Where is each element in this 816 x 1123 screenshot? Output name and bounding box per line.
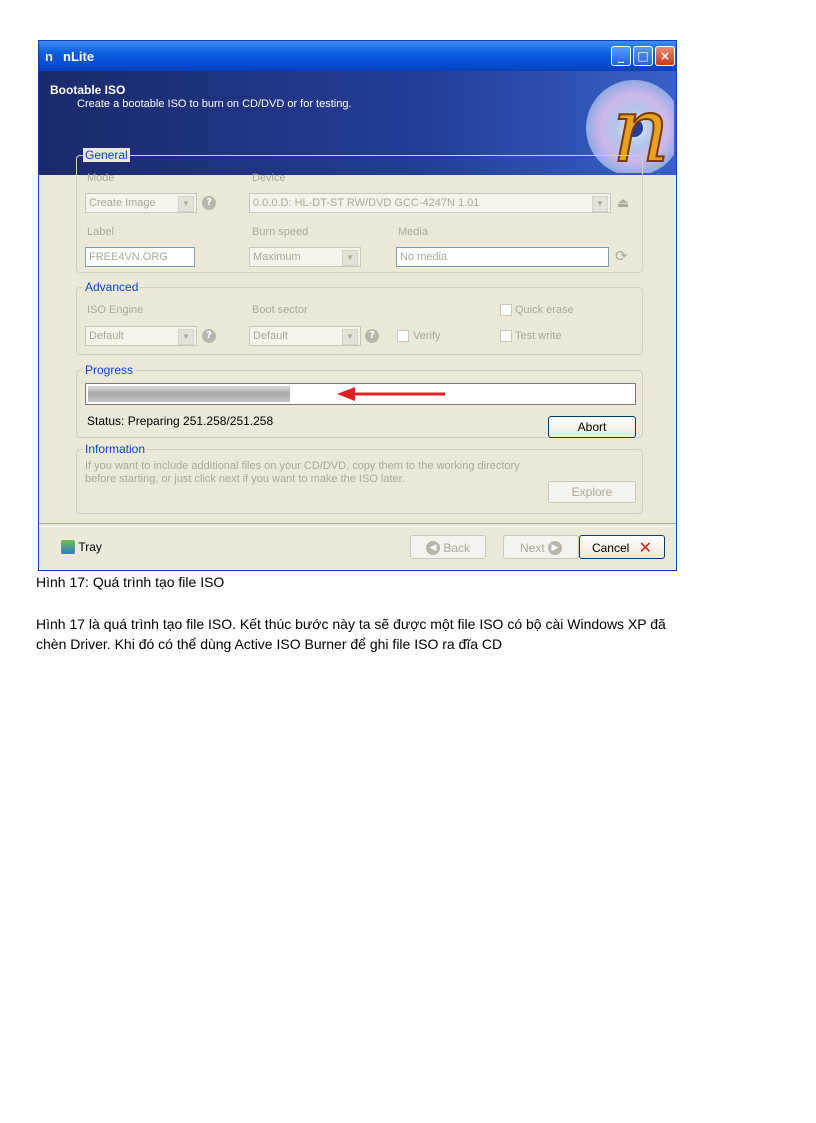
progress-group: Progress Status: Preparing 251.258/251.2… <box>76 363 643 438</box>
chevron-down-icon: ▼ <box>342 329 358 345</box>
cancel-x-icon: ✕ <box>638 538 653 558</box>
iso-engine-select[interactable]: Default ▼ <box>85 326 197 346</box>
next-label: Next <box>519 540 545 555</box>
paragraph-line-2: chèn Driver. Khi đó có thể dùng Active I… <box>36 636 503 652</box>
information-group: Information If you want to include addit… <box>76 442 643 514</box>
chevron-down-icon: ▼ <box>342 250 358 266</box>
mode-value: Create Image <box>89 197 156 209</box>
label-input[interactable]: FREE4VN.ORG <box>85 247 195 267</box>
progress-legend: Progress <box>83 363 136 377</box>
advanced-group: Advanced ISO Engine Default ▼ ? Boot sec… <box>76 280 643 355</box>
page-title: Bootable ISO <box>50 83 126 97</box>
tray-icon <box>61 539 75 554</box>
boot-sector-select[interactable]: Default ▼ <box>249 326 361 346</box>
back-label: Back <box>443 540 471 555</box>
next-button[interactable]: Next ▶ <box>503 535 579 559</box>
window-title: nLite <box>63 49 95 64</box>
footer-divider <box>39 523 676 527</box>
label-label: Label <box>87 226 114 238</box>
figure-caption: Hình 17: Quá trình tạo file ISO <box>36 574 225 590</box>
device-value: 0.0.0.D: HL-DT-ST RW/DVD GCC-4247N 1.01 <box>253 197 480 209</box>
body-paragraph: Hình 17 là quá trình tạo file ISO. Kết t… <box>36 614 776 654</box>
burn-speed-value: Maximum <box>253 251 301 263</box>
tray-label: Tray <box>78 539 102 554</box>
information-legend: Information <box>83 442 148 456</box>
general-legend: General <box>83 148 130 162</box>
cancel-button[interactable]: Cancel ✕ <box>579 535 665 559</box>
iso-engine-value: Default <box>89 330 124 342</box>
paragraph-line-1: Hình 17 là quá trình tạo file ISO. Kết t… <box>36 616 666 632</box>
chevron-down-icon: ▼ <box>178 329 194 345</box>
information-text-line1: If you want to include additional files … <box>85 460 520 472</box>
quick-erase-checkbox[interactable] <box>500 304 512 316</box>
chevron-down-icon: ▼ <box>592 196 608 212</box>
mode-select[interactable]: Create Image ▼ <box>85 193 197 213</box>
general-group: General Mode Create Image ▼ ? Device 0.0… <box>76 148 643 273</box>
quick-erase-label: Quick erase <box>515 304 574 316</box>
media-value: No media <box>400 251 448 263</box>
page-subtitle: Create a bootable ISO to burn on CD/DVD … <box>77 98 352 110</box>
test-write-label: Test write <box>515 330 562 342</box>
back-arrow-icon: ◀ <box>425 540 440 555</box>
chevron-down-icon: ▼ <box>178 196 194 212</box>
verify-label: Verify <box>413 330 441 342</box>
next-arrow-icon: ▶ <box>548 540 563 555</box>
device-label: Device <box>252 172 286 184</box>
boot-sector-label: Boot sector <box>252 304 308 316</box>
progress-fill <box>88 386 290 402</box>
label-value: FREE4VN.ORG <box>89 251 168 263</box>
mode-label: Mode <box>87 172 115 184</box>
media-label: Media <box>398 226 428 238</box>
nlite-window: n nLite _ □ × Bootable ISO Create a boot… <box>38 40 677 571</box>
title-bar[interactable]: n nLite _ □ × <box>39 41 676 71</box>
status-text: Status: Preparing 251.258/251.258 <box>87 414 274 428</box>
iso-engine-label: ISO Engine <box>87 304 144 316</box>
eject-icon[interactable]: ⏏ <box>617 195 629 211</box>
verify-checkbox[interactable] <box>397 330 409 342</box>
media-field: No media <box>396 247 609 267</box>
information-text-line2: before starting, or just click next if y… <box>85 473 405 485</box>
device-select[interactable]: 0.0.0.D: HL-DT-ST RW/DVD GCC-4247N 1.01 … <box>249 193 611 213</box>
maximize-button[interactable]: □ <box>633 46 653 66</box>
help-icon[interactable]: ? <box>202 196 216 210</box>
abort-button[interactable]: Abort <box>548 416 636 438</box>
red-arrow-annotation <box>337 387 445 401</box>
help-icon[interactable]: ? <box>365 329 379 343</box>
burn-speed-select[interactable]: Maximum ▼ <box>249 247 361 267</box>
burn-speed-label: Burn speed <box>252 226 309 238</box>
refresh-icon[interactable]: ⟳ <box>615 247 628 265</box>
app-logo-icon: n <box>45 49 53 64</box>
boot-sector-value: Default <box>253 330 288 342</box>
tray-button[interactable]: Tray <box>61 539 102 554</box>
back-button[interactable]: ◀ Back <box>410 535 486 559</box>
close-button[interactable]: × <box>655 46 675 66</box>
explore-button[interactable]: Explore <box>548 481 636 503</box>
help-icon[interactable]: ? <box>202 329 216 343</box>
test-write-checkbox[interactable] <box>500 330 512 342</box>
minimize-button[interactable]: _ <box>611 46 631 66</box>
advanced-legend: Advanced <box>83 280 141 294</box>
cancel-label: Cancel <box>591 540 630 555</box>
